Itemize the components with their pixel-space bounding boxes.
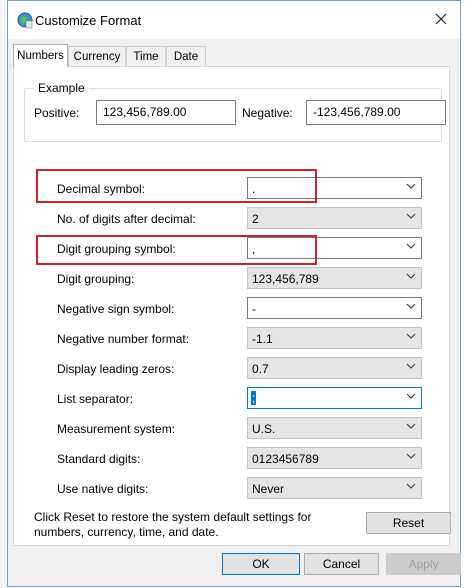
chevron-down-icon (406, 423, 416, 429)
tab-currency[interactable]: Currency (68, 46, 126, 66)
tab-date[interactable]: Date (166, 46, 206, 66)
reset-button[interactable]: Reset (366, 512, 451, 534)
apply-button[interactable]: Apply (386, 553, 461, 575)
negative-label: Negative: (242, 106, 293, 120)
chevron-down-icon (406, 303, 416, 309)
display-leading-zeros-select[interactable]: 0.7 (247, 357, 422, 379)
close-button[interactable] (428, 7, 454, 31)
digit-grouping-symbol-highlight (36, 235, 317, 265)
negative-number-format-value: -1.1 (252, 332, 273, 346)
standard-digits-value: 0123456789 (252, 452, 319, 466)
negative-sign-symbol-combo[interactable]: - (247, 297, 422, 319)
digits-after-decimal-value: 2 (252, 212, 259, 226)
list-separator-label: List separator: (57, 392, 134, 406)
tab-time[interactable]: Time (126, 46, 166, 66)
customize-format-dialog: Customize Format Numbers Currency Time D… (7, 0, 461, 587)
chevron-down-icon (406, 393, 416, 399)
tab-numbers[interactable]: Numbers (13, 44, 68, 67)
display-leading-zeros-label: Display leading zeros: (57, 362, 175, 376)
digit-grouping-value: 123,456,789 (252, 272, 319, 286)
chevron-down-icon (406, 243, 416, 249)
numbers-panel: Example Positive: 123,456,789.00 Negativ… (13, 66, 451, 546)
cancel-button[interactable]: Cancel (304, 553, 379, 575)
measurement-system-select[interactable]: U.S. (247, 417, 422, 439)
standard-digits-label: Standard digits: (57, 452, 141, 466)
digit-grouping-label: Digit grouping: (57, 272, 135, 286)
close-icon (435, 13, 447, 25)
negative-sign-symbol-value: - (252, 302, 256, 316)
globe-icon (17, 12, 33, 29)
chevron-down-icon (406, 273, 416, 279)
chevron-down-icon (406, 363, 416, 369)
chevron-down-icon (406, 213, 416, 219)
use-native-digits-select[interactable]: Never (247, 477, 422, 499)
negative-number-format-label: Negative number format: (57, 332, 190, 346)
use-native-digits-label: Use native digits: (57, 482, 149, 496)
measurement-system-value: U.S. (252, 422, 276, 436)
chevron-down-icon (406, 333, 416, 339)
positive-example-field: 123,456,789.00 (96, 100, 236, 125)
ok-button[interactable]: OK (222, 553, 300, 575)
digits-after-decimal-label: No. of digits after decimal: (57, 212, 196, 226)
measurement-system-label: Measurement system: (57, 422, 176, 436)
negative-example-field: -123,456,789.00 (306, 100, 446, 125)
background-app-right (462, 0, 476, 588)
display-leading-zeros-value: 0.7 (252, 362, 269, 376)
digit-grouping-select[interactable]: 123,456,789 (247, 267, 422, 289)
list-separator-value: ; (251, 391, 257, 405)
decimal-symbol-highlight (36, 169, 317, 203)
window-title: Customize Format (35, 13, 142, 28)
digits-after-decimal-select[interactable]: 2 (247, 207, 422, 229)
chevron-down-icon (406, 183, 416, 189)
negative-sign-symbol-label: Negative sign symbol: (57, 302, 175, 316)
chevron-down-icon (406, 453, 416, 459)
example-group-label: Example (34, 81, 89, 95)
list-separator-combo[interactable]: ; (247, 387, 422, 409)
chevron-down-icon (406, 483, 416, 489)
standard-digits-select[interactable]: 0123456789 (247, 447, 422, 469)
positive-label: Positive: (34, 106, 80, 120)
negative-number-format-select[interactable]: -1.1 (247, 327, 422, 349)
reset-footnote: Click Reset to restore the system defaul… (34, 510, 312, 539)
use-native-digits-value: Never (252, 482, 285, 496)
title-bar: Customize Format (8, 1, 460, 39)
